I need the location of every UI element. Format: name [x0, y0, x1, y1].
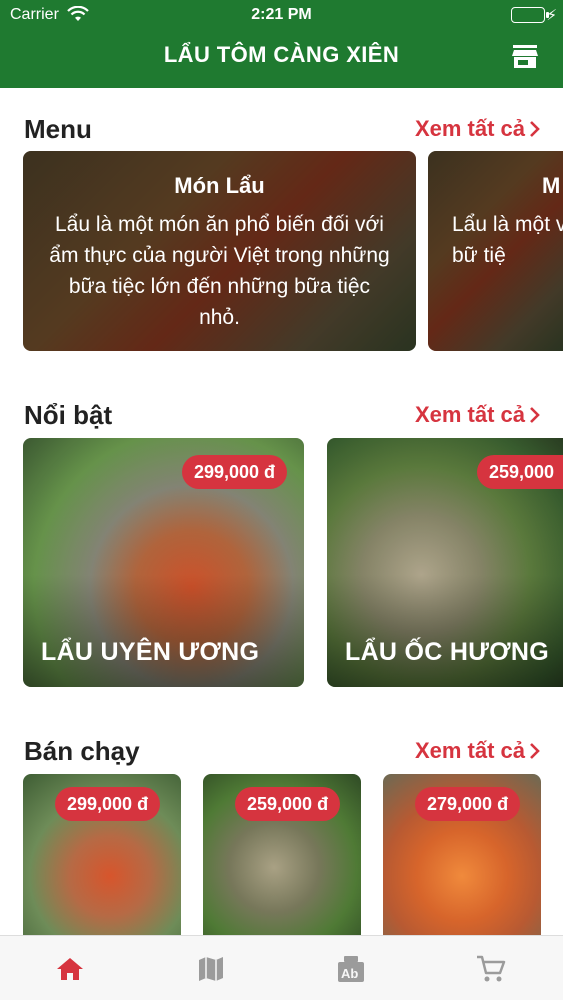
price-badge: 299,000 đ	[181, 455, 287, 489]
see-all-menu-link[interactable]: Xem tất cả	[415, 116, 541, 142]
featured-section-header: Nổi bật Xem tất cả	[0, 400, 563, 440]
charging-icon: ⚡	[546, 7, 557, 24]
page-title: LẨU TÔM CÀNG XIÊN	[163, 42, 400, 67]
store-icon[interactable]	[511, 42, 539, 70]
menu-card-description: Lẩu là một với ẩm thự những bữ tiệ	[452, 213, 563, 267]
best-selling-section-header: Bán chạy Xem tất cả	[0, 736, 563, 776]
best-selling-item-card[interactable]: 279,000 đ	[383, 774, 541, 944]
see-all-featured-link[interactable]: Xem tất cả	[415, 402, 541, 428]
menu-card-title: M	[542, 173, 561, 198]
home-icon[interactable]	[54, 953, 86, 985]
menu-card-title: Món Lẩu	[174, 173, 265, 198]
status-time: 2:21 PM	[251, 6, 312, 23]
best-selling-item-card[interactable]: 299,000 đ	[23, 774, 181, 944]
menu-section-header: Menu Xem tất cả	[0, 114, 563, 154]
status-bar: Carrier 2:21 PM ⚡	[0, 0, 563, 30]
section-title-menu: Menu	[24, 114, 92, 144]
chevron-right-icon	[530, 407, 540, 423]
price-badge: 279,000 đ	[415, 787, 521, 821]
app-header: Carrier 2:21 PM ⚡ LẨU TÔM CÀNG XIÊN	[0, 0, 563, 88]
chevron-right-icon	[530, 121, 540, 137]
featured-item-card[interactable]: 259,000 LẨU ỐC HƯƠNG	[327, 438, 563, 687]
section-title-featured: Nổi bật	[24, 400, 113, 430]
featured-item-name: LẨU ỐC HƯƠNG	[345, 638, 549, 666]
map-icon[interactable]	[195, 953, 227, 985]
price-badge: 259,000	[477, 455, 563, 489]
chevron-right-icon	[530, 743, 540, 759]
battery-icon	[511, 7, 549, 23]
price-badge: 299,000 đ	[55, 787, 161, 821]
cart-icon[interactable]	[475, 953, 507, 985]
featured-item-card[interactable]: 299,000 đ LẨU UYÊN ƯƠNG	[23, 438, 304, 687]
see-all-label: Xem tất cả	[414, 738, 525, 763]
best-selling-item-card[interactable]: 259,000 đ	[203, 774, 361, 944]
featured-item-name: LẨU UYÊN ƯƠNG	[41, 638, 260, 666]
menu-card[interactable]: Món Lẩu Lẩu là một món ăn phổ biến đối v…	[23, 151, 416, 351]
price-badge: 259,000 đ	[235, 787, 341, 821]
see-all-label: Xem tất cả	[414, 116, 525, 141]
see-all-best-selling-link[interactable]: Xem tất cả	[415, 738, 541, 764]
svg-text:Ab: Ab	[341, 966, 358, 981]
bottom-tab-bar: Ab	[0, 935, 563, 1000]
menu-card[interactable]: M Lẩu là một với ẩm thự những bữ tiệ	[428, 151, 563, 351]
see-all-label: Xem tất cả	[414, 402, 525, 427]
menu-card-description: Lẩu là một món ăn phổ biến đối với ẩm th…	[49, 213, 390, 329]
menu-book-icon[interactable]: Ab	[335, 953, 367, 985]
section-title-best-selling: Bán chạy	[24, 736, 140, 766]
